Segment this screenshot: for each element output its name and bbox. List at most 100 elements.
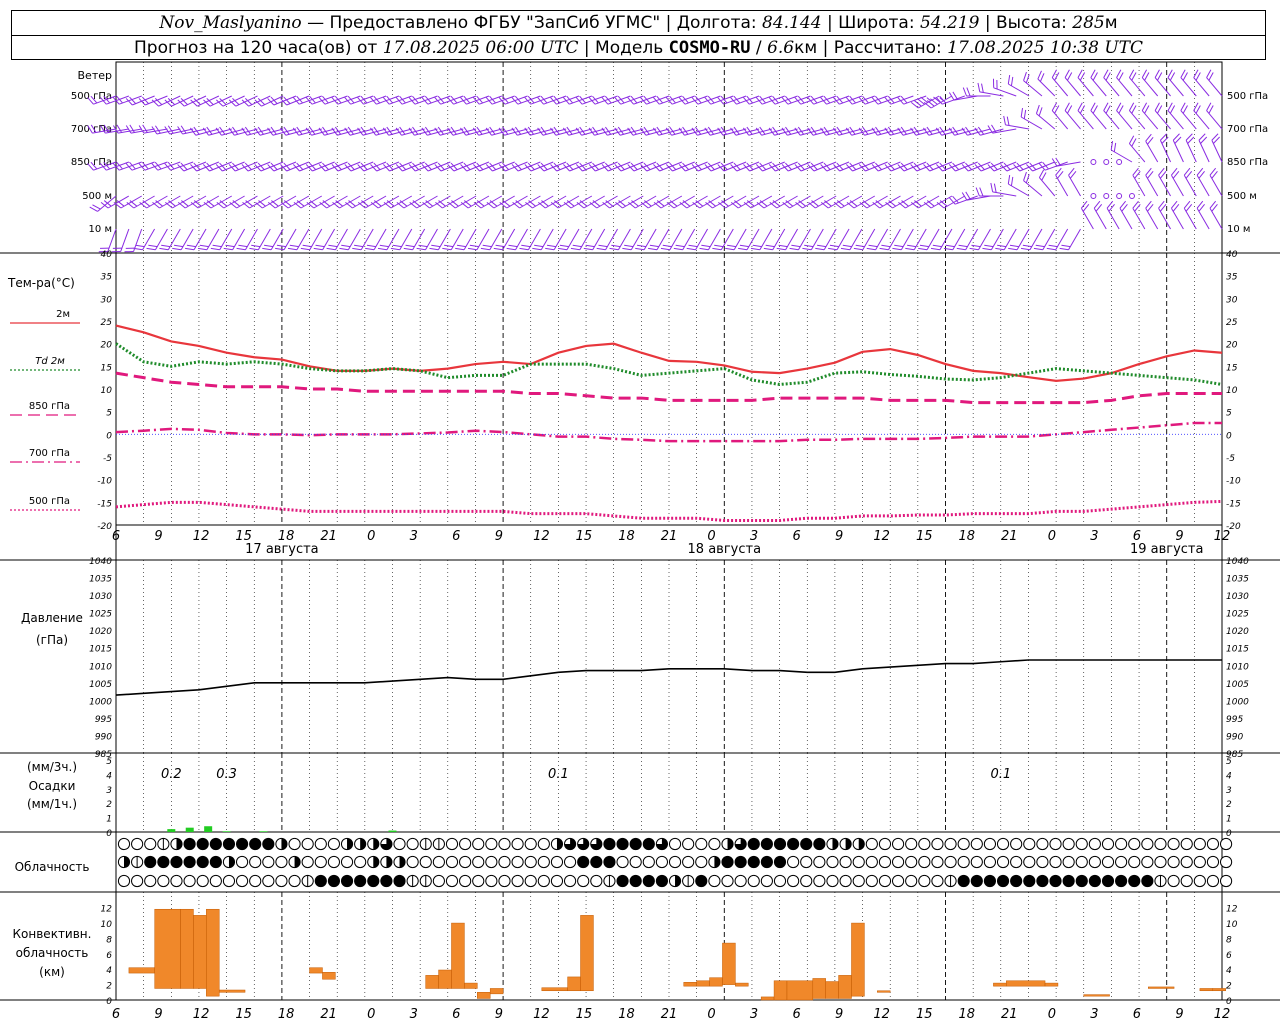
- wind-barb-flag: [750, 247, 760, 251]
- cloud-symbol: [314, 855, 327, 869]
- wind-barb-flag: [92, 204, 101, 210]
- cloud-symbol: [498, 855, 511, 869]
- cloud-symbol: [262, 837, 275, 851]
- wind-barb-flag: [815, 247, 825, 251]
- wind-barb-flag: [1131, 72, 1137, 81]
- wind-barb-flag: [1008, 247, 1018, 251]
- wind-title: Ветер: [78, 69, 112, 82]
- pressure-ytick: 1020: [89, 627, 112, 637]
- wind-barb-flag: [287, 247, 297, 251]
- cloud-symbol: [996, 874, 1010, 888]
- cloud-symbol: [813, 855, 826, 869]
- conv-bar: [1148, 986, 1175, 989]
- conv-ytick: 8: [1226, 935, 1232, 945]
- cloud-symbol: [249, 837, 262, 851]
- cloud-symbol: [878, 855, 892, 869]
- cloud-symbol: [957, 874, 970, 888]
- cloud-symbol: [209, 874, 222, 888]
- cloud-symbol: [616, 855, 629, 869]
- temp-ytick: 35: [101, 273, 113, 283]
- cloud-symbol: [668, 837, 682, 851]
- wind-barb: [1068, 228, 1081, 251]
- wind-barb-flag: [545, 247, 555, 251]
- conv-bar: [154, 908, 181, 989]
- time-tick-label: 3: [410, 1007, 418, 1022]
- wind-barb-flag: [236, 247, 246, 251]
- precip-bar: [167, 829, 176, 832]
- cloud-symbol: [918, 874, 931, 888]
- pressure-ytick: 995: [1226, 715, 1243, 725]
- wind-barb-flag: [624, 244, 634, 248]
- wind-barb-flag: [622, 247, 632, 251]
- time-tick-label: 21: [320, 1007, 337, 1022]
- wind-barb-flag: [302, 244, 312, 248]
- conv-bar: [425, 975, 439, 989]
- cloud-symbol: [235, 855, 249, 869]
- cloud-symbol: [327, 874, 341, 888]
- conv-ytick: 10: [1226, 920, 1238, 930]
- wind-barb-flag: [159, 247, 169, 251]
- wind-barb-flag: [1023, 109, 1027, 119]
- conv-bar: [851, 922, 865, 997]
- wind-level-label: 500 м: [1227, 191, 1257, 202]
- cloud-symbol: [1115, 837, 1128, 851]
- cloud-symbol: [1206, 874, 1220, 888]
- cloud-symbol: [944, 837, 957, 851]
- cloud-symbol: [511, 874, 524, 888]
- wind-barb-flag: [1077, 102, 1083, 111]
- conv-bar: [760, 996, 775, 1001]
- wind-barb-flag: [945, 244, 955, 248]
- wind-barb-flag: [315, 244, 325, 248]
- cloud-symbol: [957, 855, 970, 869]
- conv-title: Конвективн.: [13, 927, 92, 941]
- wind-barb-flag: [390, 247, 400, 251]
- time-tick-label: 3: [750, 1007, 758, 1022]
- cloud-symbol: [1193, 837, 1206, 851]
- cloud-symbol: [275, 874, 288, 888]
- cloud-symbol: [485, 855, 498, 869]
- cloud-symbol: [1128, 874, 1141, 888]
- cloud-symbol-mark: [281, 838, 288, 850]
- cloud-symbol: [905, 837, 918, 851]
- cloud-symbol: [1010, 874, 1023, 888]
- precip-bar: [259, 831, 268, 832]
- wind-barb-flag: [1010, 176, 1014, 186]
- wind-barb-flag: [559, 244, 569, 248]
- pressure-unit: (гПа): [36, 633, 68, 647]
- wind-barb-flag: [585, 244, 595, 248]
- cloud-symbol: [800, 855, 813, 869]
- cloud-symbol-mark: [727, 838, 734, 850]
- precip-ytick: 4: [1226, 771, 1232, 781]
- legend-label: 500 гПа: [29, 496, 70, 507]
- time-tick-label: 12: [533, 1007, 550, 1022]
- cloud-symbol: [249, 874, 262, 888]
- cloud-symbol-mark: [858, 838, 865, 850]
- wind-barb-flag: [1022, 244, 1032, 248]
- wind-barb-flag: [186, 244, 196, 248]
- wind-barb-flag: [675, 244, 685, 248]
- time-tick-label: 9: [154, 529, 162, 544]
- wind-barb-flag: [699, 247, 709, 251]
- wind-barb-flag: [894, 244, 904, 248]
- cloud-symbol: [931, 855, 944, 869]
- wind-barb-flag: [673, 247, 683, 251]
- cloud-symbol: [222, 837, 236, 851]
- cloud-symbol: [590, 855, 603, 869]
- conv-bar: [812, 978, 826, 999]
- pressure-ytick: 1000: [89, 697, 112, 707]
- cloud-symbol-mark: [675, 875, 681, 887]
- time-tick-label: 3: [1090, 529, 1098, 544]
- wind-barb-flag: [765, 244, 775, 248]
- wind-barb-flag: [611, 244, 621, 248]
- cloud-symbol-mark: [228, 856, 235, 868]
- precip-ytick: 5: [1226, 757, 1232, 767]
- precip-bar: [222, 831, 231, 832]
- cloud-symbol: [1115, 874, 1128, 888]
- precip-amount-label: 0.3: [216, 767, 237, 782]
- wind-barb-flag: [289, 244, 299, 248]
- cloud-symbol: [787, 855, 800, 869]
- wind-barb-flag: [444, 244, 454, 248]
- cloud-symbol: [577, 855, 590, 869]
- cloud-symbol: [773, 874, 787, 888]
- wind-barb-flag: [990, 182, 994, 192]
